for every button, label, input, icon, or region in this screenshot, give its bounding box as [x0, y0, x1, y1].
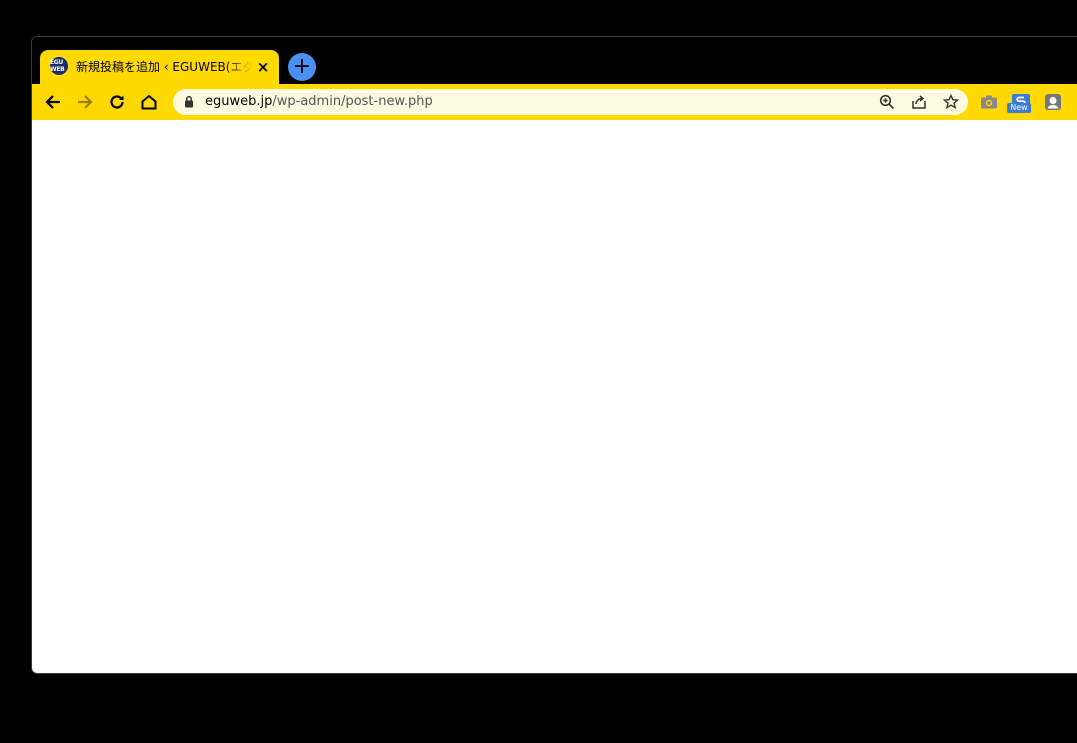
back-arrow-icon [45, 95, 60, 109]
url-path: /wp-admin/post-new.php [272, 94, 433, 109]
home-button[interactable] [135, 88, 163, 116]
forward-button[interactable] [71, 88, 99, 116]
screenshot-extension-icon[interactable] [977, 90, 1001, 114]
tab-title: 新規投稿を追加 ‹ EGUWEB(エグウェブ) — WordPress [76, 60, 252, 74]
home-icon [141, 94, 157, 110]
tab-close-icon[interactable]: × [255, 59, 271, 75]
new-tab-button[interactable]: + [288, 53, 316, 81]
zoom-icon[interactable] [875, 90, 899, 114]
back-button[interactable] [39, 88, 67, 116]
share-icon[interactable] [907, 90, 931, 114]
page-content-blank [32, 120, 1077, 673]
site-favicon-icon: EGU WEB [50, 57, 68, 75]
url-host: eguweb.jp [205, 94, 273, 109]
lock-icon [185, 95, 193, 108]
tab-active[interactable]: EGU WEB 新規投稿を追加 ‹ EGUWEB(エグウェブ) — WordPr… [40, 50, 279, 84]
tab-strip: EGU WEB 新規投稿を追加 ‹ EGUWEB(エグウェブ) — WordPr… [32, 37, 1077, 84]
reload-icon [110, 95, 124, 109]
browser-toolbar: eguweb.jp/wp-admin/post-new.php New [32, 84, 1077, 120]
url-text: eguweb.jp/wp-admin/post-new.php [205, 89, 433, 115]
new-extension-button[interactable]: New [1007, 90, 1033, 114]
address-bar[interactable]: eguweb.jp/wp-admin/post-new.php [173, 89, 968, 115]
bookmark-star-icon[interactable] [939, 90, 963, 114]
browser-window: EGU WEB 新規投稿を追加 ‹ EGUWEB(エグウェブ) — WordPr… [31, 36, 1077, 674]
new-badge: New [1007, 103, 1031, 113]
forward-arrow-icon [78, 95, 93, 109]
profile-extension-icon[interactable] [1041, 90, 1065, 114]
reload-button[interactable] [103, 88, 131, 116]
